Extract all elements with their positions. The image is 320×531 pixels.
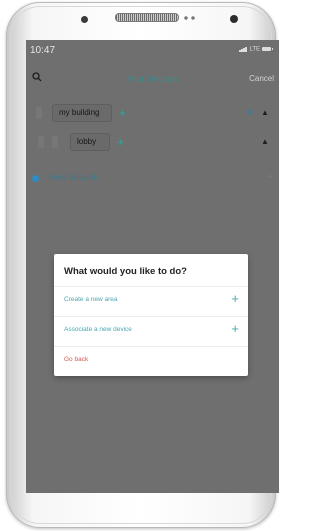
- create-area-option[interactable]: Create a new area +: [54, 286, 248, 315]
- signal-icon: [239, 46, 247, 52]
- bluetooth-icon: ✱: [246, 108, 253, 117]
- option-label: Associate a new device: [64, 326, 132, 333]
- sensor-dots: [184, 16, 196, 20]
- area-name-pill[interactable]: lobby: [70, 133, 110, 151]
- area-name-pill[interactable]: my building: [52, 104, 112, 122]
- front-camera: [81, 16, 88, 23]
- add-icon[interactable]: +: [117, 136, 124, 148]
- drag-handle-icon[interactable]: [38, 136, 44, 148]
- status-time: 10:47: [30, 45, 56, 56]
- earpiece-speaker: [115, 13, 179, 22]
- app-screen: 10:47 LTE Your Devices Cancel my buildin…: [26, 40, 279, 493]
- add-icon[interactable]: +: [119, 107, 126, 119]
- dialog-title: What would you like to do?: [64, 266, 187, 277]
- device-icon: [52, 136, 58, 148]
- proximity-sensor: [230, 15, 238, 23]
- battery-icon: [262, 47, 273, 51]
- phone-chin: [26, 493, 279, 523]
- chevron-up-icon[interactable]: ▲: [261, 137, 269, 146]
- cancel-button[interactable]: Cancel: [249, 74, 274, 83]
- network-status-icon: [32, 175, 39, 182]
- action-dialog: What would you like to do? Create a new …: [54, 254, 248, 376]
- option-label: Create a new area: [64, 296, 118, 303]
- page-title: Your Devices: [126, 74, 179, 84]
- add-network-icon[interactable]: +: [267, 172, 273, 183]
- nav-bar: Your Devices Cancel: [26, 70, 279, 92]
- chevron-up-icon[interactable]: ▲: [261, 108, 269, 117]
- network-label: New Network: [50, 173, 98, 182]
- status-bar: 10:47 LTE: [26, 40, 279, 62]
- area-row[interactable]: my building + ✱ ▲: [26, 102, 279, 124]
- go-back-label: Go back: [64, 356, 89, 363]
- drag-handle-icon[interactable]: [36, 107, 42, 119]
- go-back-option[interactable]: Go back: [54, 346, 248, 375]
- area-row[interactable]: lobby + ▲: [26, 131, 279, 153]
- plus-icon: +: [231, 291, 239, 306]
- status-right: LTE: [239, 46, 273, 53]
- plus-icon: +: [231, 321, 239, 336]
- network-row[interactable]: New Network +: [26, 168, 279, 190]
- associate-device-option[interactable]: Associate a new device +: [54, 316, 248, 345]
- network-type: LTE: [249, 46, 260, 53]
